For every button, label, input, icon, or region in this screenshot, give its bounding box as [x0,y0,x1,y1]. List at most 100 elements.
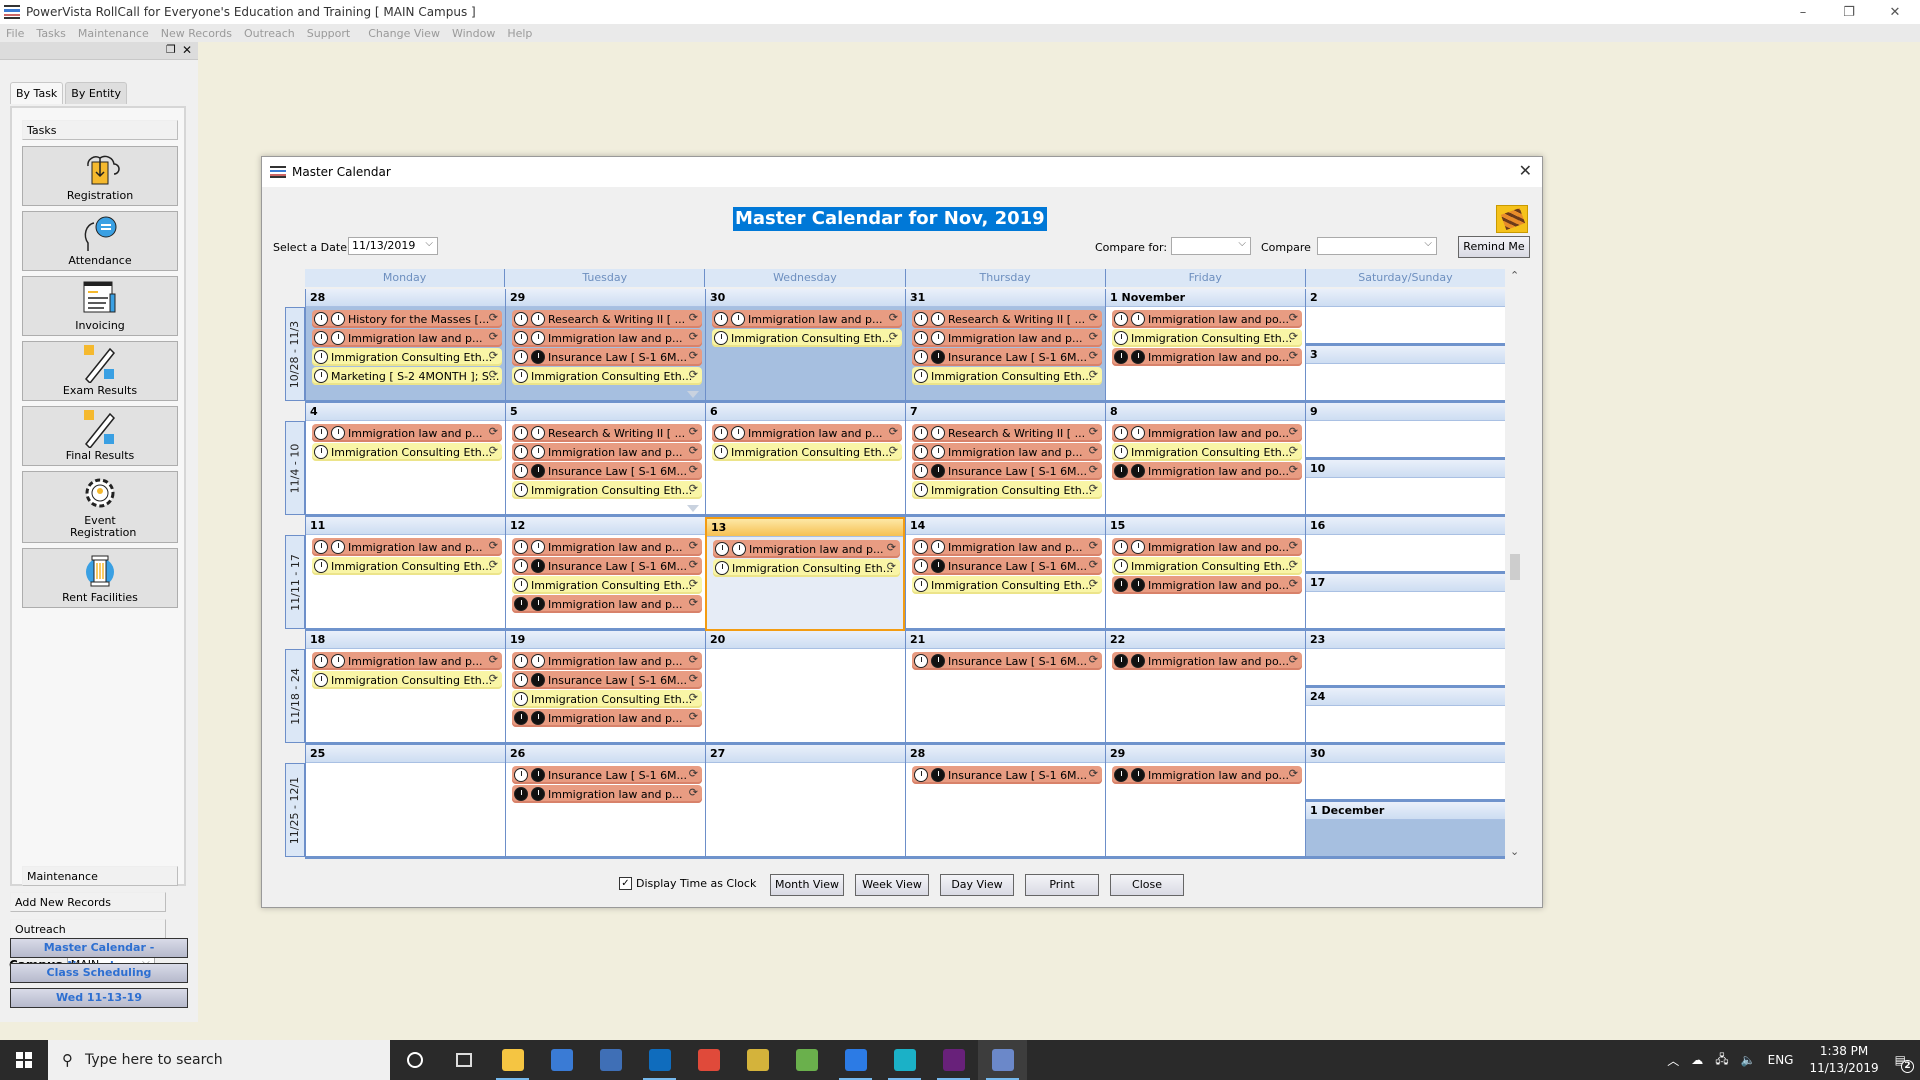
compare-dropdown[interactable]: ⌵ [1317,237,1437,255]
calendar-event[interactable]: Immigration law and p... ⟳ [512,785,702,803]
task-exam-results[interactable]: Exam Results [22,341,178,401]
calendar-day-cell[interactable]: 17 [1305,574,1505,631]
day-number[interactable]: 24 [1306,688,1505,706]
task-view-icon[interactable] [439,1040,488,1080]
menu-window[interactable]: Window [452,27,495,40]
task-invoicing[interactable]: Invoicing [22,276,178,336]
visual-studio-icon[interactable] [929,1040,978,1080]
week-range-label[interactable]: 11/11 - 17 [285,535,305,629]
tab-by-entity[interactable]: By Entity [65,82,127,104]
calendar-day-cell[interactable]: 4 Immigration law and p... ⟳ Immigration Co… [305,403,505,517]
cortana-icon[interactable] [390,1040,439,1080]
day-body[interactable] [1306,364,1505,400]
day-body[interactable]: Insurance Law [ S-1 6M... ⟳ [906,763,1105,856]
day-number[interactable]: 10 [1306,460,1505,478]
calendar-day-cell[interactable]: 9 [1305,403,1505,460]
calendar-day-cell[interactable]: 30 [1305,745,1505,802]
calendar-event[interactable]: Immigration Consulting Eth... ⟳ [912,367,1102,385]
calendar-event[interactable]: Immigration law and p... ⟳ [512,443,702,461]
calendar-event[interactable]: Insurance Law [ S-1 6M... ⟳ [912,766,1102,784]
today-date-link[interactable]: Wed 11-13-19 [10,988,188,1008]
week-range-label[interactable]: 11/18 - 24 [285,649,305,743]
checkbox-check-icon[interactable]: ✓ [619,877,632,890]
calendar-event[interactable]: Immigration Consulting Eth... ⟳ [512,367,702,385]
day-number[interactable]: 2 [1306,289,1505,307]
taskbar-clock[interactable]: 1:38 PM 11/13/2019 [1809,1043,1878,1077]
calendar-day-cell[interactable]: 8 Immigration law and po... ⟳ Immigration C… [1105,403,1305,517]
day-number[interactable]: 13 [707,519,903,537]
calendar-day-cell[interactable]: 31 Research & Writing II [ ... ⟳ Immigratio… [905,289,1105,403]
day-number[interactable]: 26 [506,745,705,763]
calendar-day-cell[interactable]: 15 Immigration law and po... ⟳ Immigration … [1105,517,1305,631]
calendar-event[interactable]: Research & Writing II [ ... ⟳ [512,310,702,328]
day-number[interactable]: 23 [1306,631,1505,649]
day-body[interactable]: Immigration law and p... ⟳ Insurance Law [… [906,535,1105,628]
calendar-event[interactable]: Insurance Law [ S-1 6M... ⟳ [912,652,1102,670]
day-number[interactable]: 18 [306,631,505,649]
day-body[interactable] [1306,478,1505,514]
day-number[interactable]: 22 [1106,631,1305,649]
calendar-event[interactable]: Immigration Consulting Eth... ⟳ [1112,329,1302,347]
calendar-event[interactable]: Immigration Consulting Eth... ⟳ [512,690,702,708]
month-view-button[interactable]: Month View [770,874,844,896]
calendar-event[interactable]: Research & Writing II [ ... ⟳ [512,424,702,442]
calendar-event[interactable]: Insurance Law [ S-1 6M... ⟳ [912,348,1102,366]
calendar-day-cell[interactable]: 29 Immigration law and po... ⟳ [1105,745,1305,859]
calendar-day-cell[interactable]: 16 [1305,517,1505,574]
close-panel-icon[interactable]: ✕ [182,43,192,57]
calendar-day-cell[interactable]: 28 History for the Masses [... ⟳ Immigratio… [305,289,505,403]
calendar-day-cell[interactable]: 2 [1305,289,1505,346]
calendar-day-cell[interactable]: 29 Research & Writing II [ ... ⟳ Immigratio… [505,289,705,403]
day-body[interactable] [1306,592,1505,628]
select-date-picker[interactable]: 11/13/2019 ⌵ [348,237,438,255]
film-reel-icon[interactable] [1496,205,1528,233]
calendar-day-cell[interactable]: 7 Research & Writing II [ ... ⟳ Immigration… [905,403,1105,517]
day-body[interactable] [1306,421,1505,457]
day-number[interactable]: 31 [906,289,1105,307]
calendar-event[interactable]: Immigration law and p... ⟳ [312,424,502,442]
task-registration[interactable]: Registration [22,146,178,206]
scroll-up-icon[interactable]: ⌃ [1510,269,1519,282]
calendar-scrollbar[interactable]: ⌃ ⌄ [1507,269,1523,861]
nav-maintenance[interactable]: Maintenance [22,866,178,886]
calendar-event[interactable]: Immigration law and po... ⟳ [1112,652,1302,670]
calendar-event[interactable]: Immigration law and p... ⟳ [912,538,1102,556]
day-number[interactable]: 3 [1306,346,1505,364]
day-body[interactable] [1306,820,1505,856]
restore-button[interactable]: ❐ [1826,0,1872,24]
calendar-event[interactable]: Immigration Consulting Eth... ⟳ [713,559,900,577]
menu-maintenance[interactable]: Maintenance [78,27,149,40]
onedrive-icon[interactable]: ☁ [1691,1053,1703,1067]
menu-tasks[interactable]: Tasks [36,27,65,40]
calendar-event[interactable]: Immigration Consulting Eth... ⟳ [712,443,902,461]
calendar-event[interactable]: Marketing [ S-2 4MONTH ]; S... ⟳ [312,367,502,385]
vscode-icon[interactable] [831,1040,880,1080]
calendar-day-cell[interactable]: 21 Insurance Law [ S-1 6M... ⟳ [905,631,1105,745]
calendar-day-cell-today[interactable]: 13 Immigration law and p... ⟳ Immigration C… [705,517,905,631]
display-time-as-clock-checkbox[interactable]: ✓ Display Time as Clock [619,877,756,890]
scroll-down-icon[interactable]: ⌄ [1510,845,1519,858]
close-dialog-button[interactable]: Close [1110,874,1184,896]
menu-outreach[interactable]: Outreach [244,27,295,40]
calendar-day-cell[interactable]: 1 November Immigration law and po... ⟳ Immi… [1105,289,1305,403]
calendar-day-cell[interactable]: 25 [305,745,505,859]
day-body[interactable]: Immigration law and p... ⟳ Immigration Con… [707,537,903,629]
taskbar-search[interactable]: ⚲ Type here to search [48,1040,390,1080]
calendar-event[interactable]: Immigration Consulting Eth... ⟳ [312,671,502,689]
dialog-close-icon[interactable]: ✕ [1519,161,1532,180]
calendar-event[interactable]: Immigration law and p... ⟳ [512,538,702,556]
outlook-icon[interactable] [635,1040,684,1080]
day-body[interactable]: Research & Writing II [ ... ⟳ Immigration … [906,307,1105,400]
day-number[interactable]: 6 [706,403,905,421]
day-body[interactable]: Immigration law and p... ⟳ Insurance Law [… [506,649,705,742]
start-button[interactable] [0,1040,48,1080]
nav-add-new-records[interactable]: Add New Records [10,892,166,912]
calendar-event[interactable]: Immigration law and p... ⟳ [712,310,902,328]
day-body[interactable]: Immigration law and p... ⟳ Immigration Con… [306,649,505,742]
calendar-event[interactable]: Immigration law and p... ⟳ [512,709,702,727]
calendar-event[interactable]: Immigration law and po... ⟳ [1112,576,1302,594]
day-body[interactable]: Insurance Law [ S-1 6M... ⟳ Immigration la… [506,763,705,856]
week-range-label[interactable]: 11/4 - 10 [285,421,305,515]
day-number[interactable]: 7 [906,403,1105,421]
language-indicator[interactable]: ENG [1768,1053,1794,1067]
